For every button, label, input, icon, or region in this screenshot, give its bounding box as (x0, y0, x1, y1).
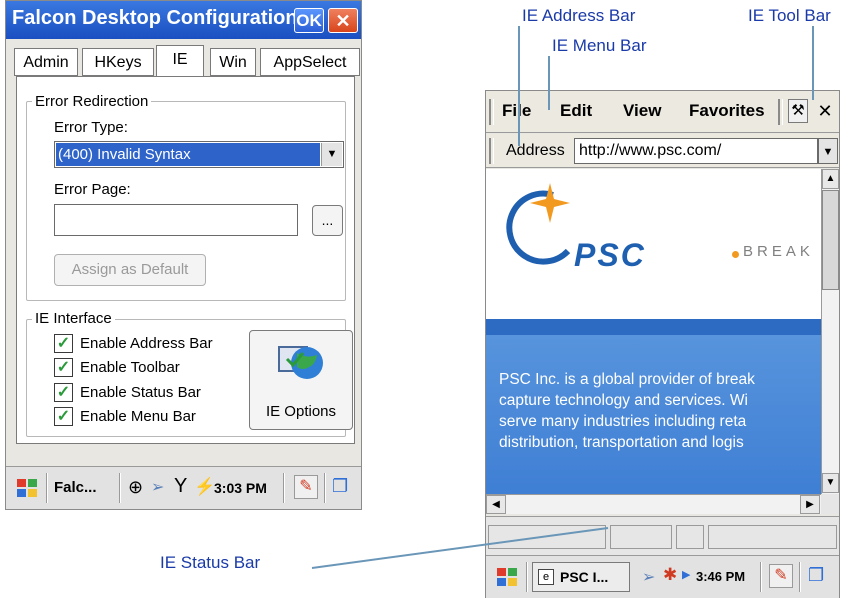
hero-text-line: distribution, transportation and logis (499, 434, 744, 451)
taskbar-app-falcon[interactable]: Falc... (54, 479, 97, 496)
ie-options-label: IE Options (265, 403, 337, 420)
hero-text-line: capture technology and services. Wi (499, 392, 748, 409)
antenna-icon[interactable]: Y (174, 475, 187, 498)
vertical-scroll-thumb[interactable] (822, 190, 839, 290)
address-label: Address (506, 142, 565, 159)
tab-ie[interactable]: IE (156, 45, 204, 77)
desktop-icon[interactable]: ❐ (808, 565, 824, 586)
menu-grip[interactable] (489, 99, 494, 125)
tab-hkeys[interactable]: HKeys (82, 48, 154, 76)
chevron-down-icon[interactable]: ▼ (321, 143, 342, 166)
psc-logo[interactable]: PSC (574, 237, 646, 274)
leader-line-menu (548, 56, 550, 110)
callout-tool-bar: IE Tool Bar (748, 6, 831, 25)
leader-line-status (311, 527, 609, 569)
enable-address-bar-label: Enable Address Bar (80, 335, 213, 352)
enable-status-bar-label: Enable Status Bar (80, 384, 201, 401)
ie-options-icon (278, 346, 323, 379)
address-grip[interactable] (489, 138, 494, 164)
taskbar-clock[interactable]: 3:03 PM (214, 480, 267, 496)
tools-icon[interactable]: ⚒ (788, 99, 808, 123)
ie-options-button[interactable]: IE Options (249, 330, 353, 430)
hero-banner-top (486, 319, 821, 335)
ie-browser-window: File Edit View Favorites ⚒ ✕ Address htt… (485, 90, 840, 598)
enable-status-bar-checkbox[interactable]: ✓ (54, 383, 73, 402)
ie-interface-label: IE Interface (32, 310, 115, 327)
enable-toolbar-label: Enable Toolbar (80, 359, 180, 376)
taskbar-separator (119, 473, 121, 503)
menu-file[interactable]: File (502, 101, 531, 121)
browse-button[interactable]: ... (312, 205, 343, 236)
psc-logo-swoosh (506, 183, 571, 265)
error-type-select[interactable]: (400) Invalid Syntax ▼ (54, 141, 344, 168)
hero-text-line: serve many industries including reta (499, 413, 747, 430)
hero-text-line: PSC Inc. is a global provider of break (499, 371, 755, 388)
ok-button[interactable]: OK (294, 8, 324, 33)
status-pane (676, 525, 704, 549)
status-pane (708, 525, 837, 549)
enable-toolbar-checkbox[interactable]: ✓ (54, 358, 73, 377)
falcon-config-window: Falcon Desktop Configuration OK ✕ Admin … (5, 0, 362, 510)
desktop-icon[interactable]: ❐ (332, 476, 348, 497)
sync-icon[interactable]: ➢ (642, 567, 655, 587)
psc-tagline: BREAK (743, 243, 814, 260)
tab-win[interactable]: Win (210, 48, 256, 76)
callout-address-bar: IE Address Bar (522, 6, 636, 25)
scroll-corner (821, 494, 839, 514)
vertical-scrollbar[interactable]: ▲ ▼ (821, 169, 839, 494)
callout-menu-bar: IE Menu Bar (552, 36, 647, 55)
title-bar: Falcon Desktop Configuration OK ✕ (6, 1, 361, 39)
error-page-input[interactable] (54, 204, 298, 236)
scroll-down-icon[interactable]: ▼ (822, 473, 839, 493)
leader-line-address (518, 26, 520, 146)
menu-view[interactable]: View (623, 101, 661, 121)
assign-default-button[interactable]: Assign as Default (54, 254, 206, 286)
enable-address-bar-checkbox[interactable]: ✓ (54, 334, 73, 353)
ie-address-bar: Address http://www.psc.com/ ▼ (486, 134, 839, 168)
logo-dot (732, 251, 739, 258)
scroll-left-icon[interactable]: ◀ (486, 495, 506, 514)
network-icon[interactable]: ⊕ (128, 477, 143, 498)
callout-status-bar: IE Status Bar (160, 553, 261, 572)
input-panel-icon[interactable]: ✎ (294, 475, 318, 499)
windows-start-icon[interactable] (14, 475, 40, 501)
enable-menu-bar-label: Enable Menu Bar (80, 408, 196, 425)
error-type-label: Error Type: (54, 119, 128, 136)
taskbar-clock[interactable]: 3:46 PM (696, 569, 745, 584)
tab-admin[interactable]: Admin (14, 48, 78, 76)
menu-edit[interactable]: Edit (560, 101, 592, 121)
taskbar-separator (283, 473, 285, 503)
taskbar: Falc... ⊕ ➢ Y ⚡ 3:03 PM ✎ ❐ (6, 466, 361, 509)
ie-menu-bar: File Edit View Favorites ⚒ ✕ (486, 91, 839, 133)
window-title: Falcon Desktop Configuration (12, 7, 298, 29)
battery-icon[interactable]: ⚡ (194, 477, 215, 497)
taskbar-separator (324, 473, 326, 503)
tab-appselect[interactable]: AppSelect (260, 48, 360, 76)
taskbar-separator (46, 473, 48, 503)
status-pane (610, 525, 672, 549)
error-page-label: Error Page: (54, 181, 131, 198)
leader-line-toolbar (812, 26, 814, 100)
arrow-right-icon[interactable]: ▶ (682, 568, 690, 581)
enable-menu-bar-checkbox[interactable]: ✓ (54, 407, 73, 426)
menu-favorites[interactable]: Favorites (689, 101, 777, 121)
sync-icon[interactable]: ➢ (151, 477, 164, 497)
input-panel-icon[interactable]: ✎ (769, 564, 793, 588)
close-button[interactable]: ✕ (328, 8, 358, 33)
web-content: PSC BREAK PSC Inc. is a global provider … (486, 169, 821, 494)
hero-text: PSC Inc. is a global provider of break c… (499, 369, 821, 453)
error-redirection-label: Error Redirection (32, 93, 152, 110)
address-input[interactable]: http://www.psc.com/ (574, 138, 818, 164)
scroll-right-icon[interactable]: ▶ (800, 495, 820, 514)
error-type-value: (400) Invalid Syntax (56, 143, 320, 166)
alert-icon[interactable]: ✱ (663, 565, 677, 585)
taskbar-separator (760, 562, 762, 592)
close-button[interactable]: ✕ (814, 99, 836, 123)
taskbar-separator (799, 562, 801, 592)
scroll-up-icon[interactable]: ▲ (822, 169, 839, 189)
horizontal-scrollbar[interactable]: ◀ ▶ (486, 494, 821, 514)
toolbar-grip[interactable] (778, 99, 783, 125)
chevron-down-icon[interactable]: ▼ (818, 138, 838, 164)
